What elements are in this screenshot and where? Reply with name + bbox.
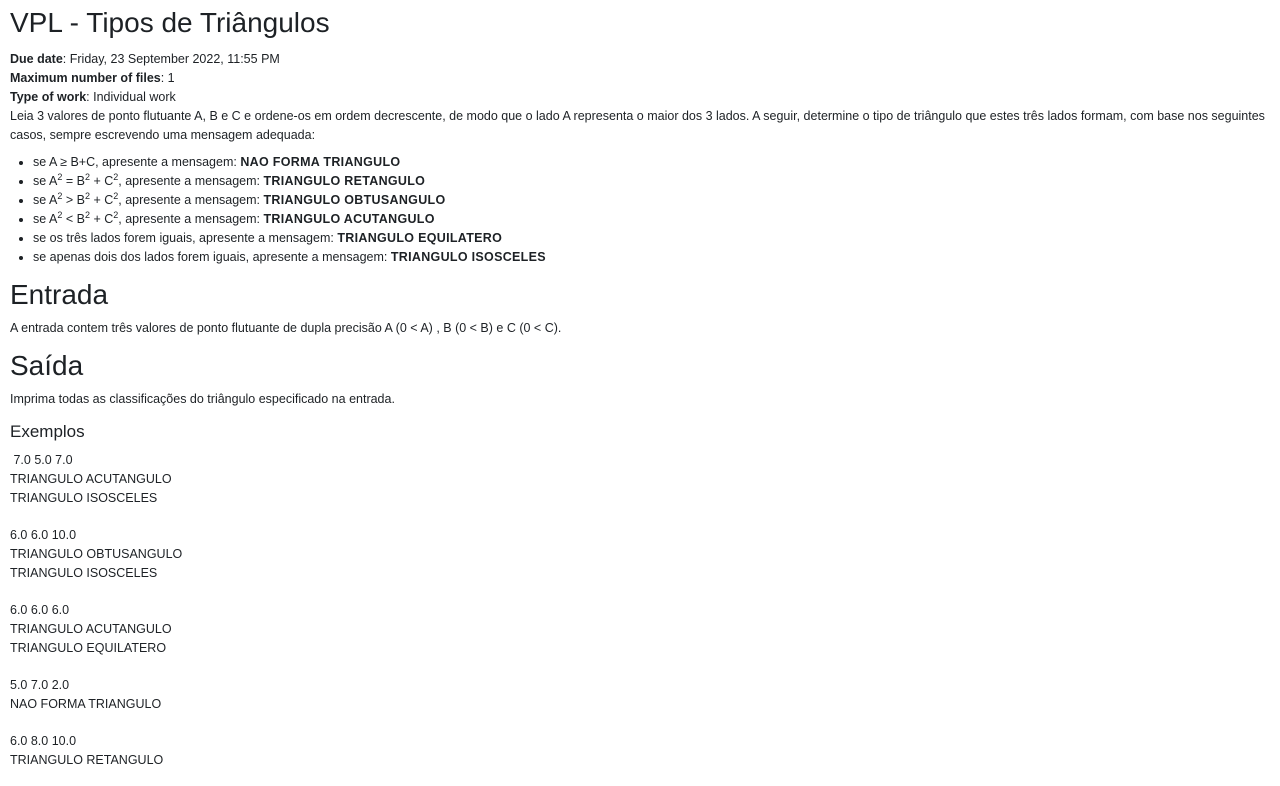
case-op: < B: [62, 212, 85, 226]
case-item: se A2 < B2 + C2, apresente a mensagem: T…: [33, 210, 1270, 229]
activity-page: VPL - Tipos de Triângulos Due date: Frid…: [0, 0, 1280, 770]
case-condition: , apresente a mensagem:: [118, 174, 264, 188]
example-line: 7.0 5.0 7.0: [10, 453, 73, 467]
case-condition: , apresente a mensagem:: [118, 193, 264, 207]
case-op: + C: [89, 212, 114, 226]
case-prefix: se: [33, 174, 49, 188]
entrada-heading: Entrada: [10, 279, 109, 310]
max-files-value: : 1: [160, 71, 175, 85]
case-message: TRIANGULO OBTUSANGULO: [263, 193, 446, 207]
work-type: Type of work: Individual work: [10, 88, 1270, 107]
case-message: TRIANGULO EQUILATERO: [337, 231, 503, 245]
case-prefix: se: [33, 193, 49, 207]
work-type-value: : Individual work: [86, 90, 176, 104]
case-item: se apenas dois dos lados forem iguais, a…: [33, 248, 1270, 267]
case-item: se A2 > B2 + C2, apresente a mensagem: T…: [33, 191, 1270, 210]
case-op: + C: [89, 193, 114, 207]
examples-list: 7.0 5.0 7.0 TRIANGULO ACUTANGULO TRIANGU…: [10, 451, 1270, 770]
description: Leia 3 valores de ponto flutuante A, B e…: [10, 109, 1265, 142]
example-line: TRIANGULO ISOSCELES: [10, 566, 158, 580]
example-block: 7.0 5.0 7.0 TRIANGULO ACUTANGULO TRIANGU…: [10, 451, 1270, 508]
due-date: Due date: Friday, 23 September 2022, 11:…: [10, 50, 1270, 69]
case-op: + C: [89, 174, 114, 188]
example-line: NAO FORMA TRIANGULO: [10, 697, 162, 711]
due-date-value: : Friday, 23 September 2022, 11:55 PM: [62, 52, 280, 66]
due-date-label: Due date: [10, 52, 63, 66]
example-block: 6.0 8.0 10.0 TRIANGULO RETANGULO: [10, 732, 1270, 770]
example-block: 6.0 6.0 6.0 TRIANGULO ACUTANGULO TRIANGU…: [10, 601, 1270, 658]
max-files-label: Maximum number of files: [10, 71, 161, 85]
case-condition: se apenas dois dos lados forem iguais, a…: [33, 250, 391, 264]
example-line: TRIANGULO ACUTANGULO: [10, 622, 172, 636]
case-message: TRIANGULO RETANGULO: [263, 174, 426, 188]
case-message: TRIANGULO ACUTANGULO: [263, 212, 435, 226]
examples-heading: Exemplos: [10, 422, 85, 441]
cases-list: se A ≥ B+C, apresente a mensagem: NAO FO…: [10, 153, 1270, 267]
case-condition: se A ≥ B+C, apresente a mensagem:: [33, 155, 241, 169]
example-line: 5.0 7.0 2.0: [10, 678, 70, 692]
case-condition: se os três lados forem iguais, apresente…: [33, 231, 338, 245]
saida-heading: Saída: [10, 350, 84, 381]
example-line: 6.0 8.0 10.0: [10, 734, 77, 748]
example-line: 6.0 6.0 6.0: [10, 603, 70, 617]
work-type-label: Type of work: [10, 90, 87, 104]
example-line: TRIANGULO EQUILATERO: [10, 641, 167, 655]
example-line: TRIANGULO ACUTANGULO: [10, 472, 172, 486]
entrada-text: A entrada contem três valores de ponto f…: [10, 321, 562, 335]
example-line: TRIANGULO RETANGULO: [10, 753, 164, 767]
case-item: se os três lados forem iguais, apresente…: [33, 229, 1270, 248]
case-condition: , apresente a mensagem:: [118, 212, 264, 226]
saida-text: Imprima todas as classificações do triân…: [10, 392, 395, 406]
max-files: Maximum number of files: 1: [10, 69, 1270, 88]
case-item: se A2 = B2 + C2, apresente a mensagem: T…: [33, 172, 1270, 191]
activity-dates: Due date: Friday, 23 September 2022, 11:…: [10, 50, 1270, 107]
example-block: 5.0 7.0 2.0 NAO FORMA TRIANGULO: [10, 676, 1270, 714]
case-op: = B: [62, 174, 85, 188]
case-item: se A ≥ B+C, apresente a mensagem: NAO FO…: [33, 153, 1270, 172]
example-line: 6.0 6.0 10.0: [10, 528, 77, 542]
page-title: VPL - Tipos de Triângulos: [10, 7, 330, 38]
example-line: TRIANGULO OBTUSANGULO: [10, 547, 183, 561]
case-message: TRIANGULO ISOSCELES: [390, 250, 546, 264]
example-block: 6.0 6.0 10.0 TRIANGULO OBTUSANGULO TRIAN…: [10, 526, 1270, 583]
case-op: > B: [62, 193, 85, 207]
case-prefix: se: [33, 212, 49, 226]
case-message: NAO FORMA TRIANGULO: [240, 155, 401, 169]
example-line: TRIANGULO ISOSCELES: [10, 491, 158, 505]
